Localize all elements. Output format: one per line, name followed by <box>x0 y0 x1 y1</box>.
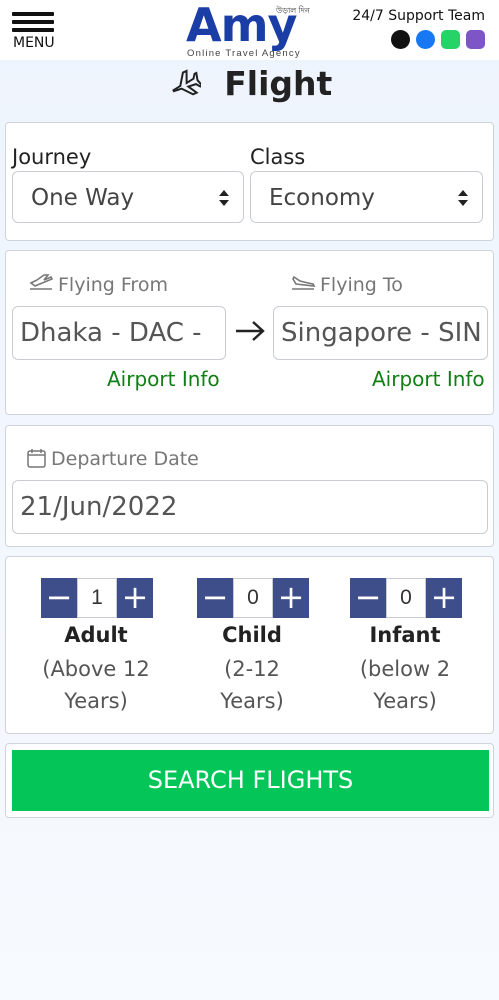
journey-label: Journey <box>12 145 92 169</box>
viber-icon[interactable] <box>466 30 485 49</box>
flying-to-label: Flying To <box>320 274 403 296</box>
select-caret-icon <box>458 190 468 206</box>
adult-count[interactable]: 1 <box>77 578 117 618</box>
arrow-right-icon <box>235 317 265 349</box>
from-airport-info-link[interactable]: Airport Info <box>107 367 220 391</box>
app-header: MENU Amy উড়াল দিন Online Travel Agency … <box>0 0 499 60</box>
flying-from-value: Dhaka - DAC - <box>20 318 202 348</box>
calendar-icon <box>27 449 46 468</box>
whatsapp-icon[interactable] <box>441 30 460 49</box>
messenger-icon[interactable] <box>416 30 435 49</box>
flying-from-label: Flying From <box>58 274 168 296</box>
airplane-icon <box>167 65 204 107</box>
adult-desc-line2: Years) <box>64 689 128 713</box>
search-flights-button[interactable]: SEARCH FLIGHTS <box>12 750 489 811</box>
support-title: 24/7 Support Team <box>352 8 485 24</box>
search-card: SEARCH FLIGHTS <box>5 743 494 818</box>
to-airport-info-link[interactable]: Airport Info <box>372 367 485 391</box>
departure-date-value: 21/Jun/2022 <box>20 492 178 522</box>
class-label: Class <box>250 145 306 169</box>
infant-desc-line1: (below 2 <box>359 657 451 681</box>
trip-type-card: Journey One Way Class Economy <box>5 122 494 241</box>
child-desc-line1: (2-12 <box>224 657 280 681</box>
date-card: Departure Date 21/Jun/2022 <box>5 425 494 547</box>
infant-plus-button[interactable]: + <box>426 578 462 618</box>
adult-plus-button[interactable]: + <box>117 578 153 618</box>
menu-button[interactable]: MENU <box>12 12 58 52</box>
adult-minus-button[interactable]: − <box>41 578 77 618</box>
brand-tagline: Online Travel Agency <box>187 48 301 59</box>
journey-select[interactable]: One Way <box>12 171 244 223</box>
infant-stepper: − 0 + <box>350 578 462 618</box>
infant-minus-button[interactable]: − <box>350 578 386 618</box>
page-title-text: Flight <box>224 64 333 103</box>
takeoff-icon <box>29 274 54 290</box>
infant-desc-line2: Years) <box>373 689 437 713</box>
class-select[interactable]: Economy <box>250 171 483 223</box>
infant-label: Infant <box>369 623 441 647</box>
hamburger-bar <box>12 28 54 32</box>
phone-icon[interactable] <box>391 30 410 49</box>
adult-label: Adult <box>64 623 128 647</box>
adult-desc-line1: (Above 12 <box>42 657 150 681</box>
journey-value: One Way <box>31 185 135 211</box>
brand-logo[interactable]: Amy উড়াল দিন Online Travel Agency <box>186 0 316 60</box>
child-count[interactable]: 0 <box>233 578 273 618</box>
page-title: Flight <box>0 64 499 107</box>
child-desc-line2: Years) <box>220 689 284 713</box>
child-minus-button[interactable]: − <box>197 578 233 618</box>
hamburger-icon <box>12 12 54 16</box>
departure-date-label: Departure Date <box>51 448 199 470</box>
menu-label: MENU <box>13 35 55 51</box>
select-caret-icon <box>219 190 229 206</box>
route-card: Flying From Dhaka - DAC - Flying To Sing… <box>5 250 494 415</box>
flying-to-input[interactable]: Singapore - SIN <box>273 306 488 360</box>
support-section: 24/7 Support Team <box>352 8 485 49</box>
infant-count[interactable]: 0 <box>386 578 426 618</box>
child-stepper: − 0 + <box>197 578 309 618</box>
flying-from-input[interactable]: Dhaka - DAC - <box>12 306 226 360</box>
hamburger-bar <box>12 20 54 24</box>
child-plus-button[interactable]: + <box>273 578 309 618</box>
flying-to-value: Singapore - SIN <box>281 318 482 348</box>
landing-icon <box>292 275 316 290</box>
adult-stepper: − 1 + <box>41 578 153 618</box>
departure-date-input[interactable]: 21/Jun/2022 <box>12 480 488 534</box>
passenger-card: − 1 + Adult (Above 12 Years) − 0 + Child… <box>5 556 494 734</box>
class-value: Economy <box>269 185 375 211</box>
child-label: Child <box>222 623 282 647</box>
brand-slogan: উড়াল দিন <box>276 6 310 15</box>
